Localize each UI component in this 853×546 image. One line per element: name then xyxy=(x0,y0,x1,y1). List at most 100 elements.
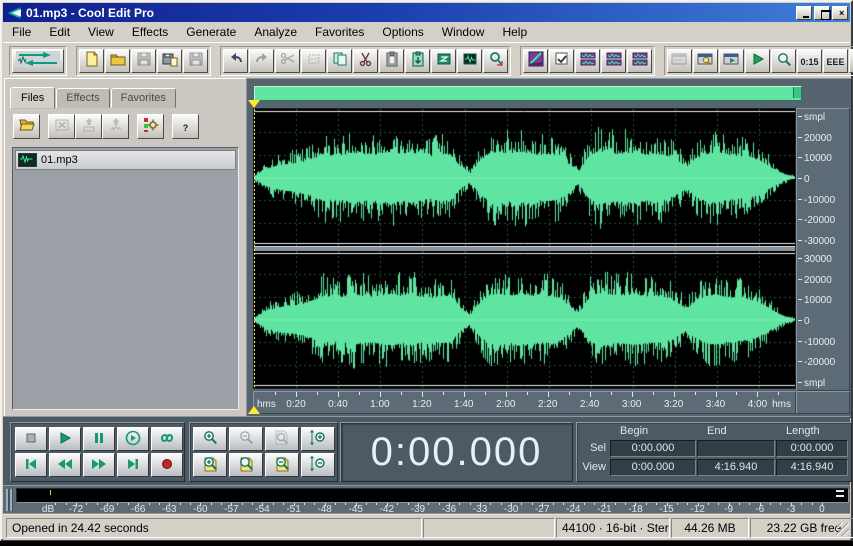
go-to-beginning-button[interactable] xyxy=(15,453,47,477)
copy-to-new-icon xyxy=(436,51,452,70)
sel-begin-value[interactable]: 0:00.000 xyxy=(610,440,696,457)
zoom-to-right-edge-icon xyxy=(273,455,291,475)
amplitude-ruler[interactable]: smpl20000100000-10000-20000-300003000020… xyxy=(796,108,850,391)
status-empty-section xyxy=(423,518,555,538)
menu-item-file[interactable]: File xyxy=(3,23,40,41)
amp-label: smpl xyxy=(804,378,825,389)
window-next-button[interactable] xyxy=(719,49,744,73)
play-looped-button[interactable] xyxy=(117,427,149,451)
amp-label: 10000 xyxy=(804,153,832,164)
help-button[interactable]: ? xyxy=(172,114,199,139)
copy-button[interactable] xyxy=(327,49,352,73)
play-preview-button[interactable] xyxy=(745,49,770,73)
waveform-display[interactable] xyxy=(253,108,796,389)
save-as-button[interactable] xyxy=(157,49,182,73)
zoom-to-left-edge-button[interactable] xyxy=(193,453,227,477)
zoom-to-left-edge-icon xyxy=(201,455,219,475)
file-panel-options-button[interactable] xyxy=(137,114,164,139)
insert-into-cd-list-icon xyxy=(108,117,124,136)
loop-button[interactable] xyxy=(151,427,183,451)
window-find-button[interactable] xyxy=(693,49,718,73)
resize-grip[interactable] xyxy=(836,523,849,536)
maximize-button[interactable] xyxy=(814,6,830,20)
waveform-right-channel[interactable] xyxy=(254,251,795,388)
title-bar[interactable]: 01.mp3 - Cool Edit Pro × xyxy=(3,3,850,22)
stop-icon xyxy=(23,430,39,449)
loop-icon xyxy=(157,430,177,449)
rewind-button[interactable] xyxy=(49,453,81,477)
tab-effects[interactable]: Effects xyxy=(56,88,109,108)
show-options-button[interactable] xyxy=(549,49,574,73)
file-tools: ? xyxy=(13,114,199,139)
menu-item-effects[interactable]: Effects xyxy=(123,23,177,41)
cut-button[interactable] xyxy=(353,49,378,73)
go-to-end-button[interactable] xyxy=(117,453,149,477)
overview-scroll-bar[interactable] xyxy=(254,86,802,101)
tab-favorites[interactable]: Favorites xyxy=(111,88,176,108)
status-sample-format: 44100 · 16-bit · Stereo xyxy=(556,518,670,538)
effects-rack-1-button[interactable] xyxy=(575,49,600,73)
undo-button[interactable] xyxy=(223,49,248,73)
paste-to-new-button[interactable] xyxy=(405,49,430,73)
mix-paste-button[interactable] xyxy=(457,49,482,73)
time-display[interactable]: 0:00.000 xyxy=(340,422,573,482)
amp-label: -20000 xyxy=(804,357,835,368)
copy-to-new-button[interactable] xyxy=(431,49,456,73)
help-icon: ? xyxy=(183,119,189,134)
paste-button[interactable] xyxy=(379,49,404,73)
timed-record-button[interactable]: 0:15 xyxy=(797,49,822,73)
view-length-value[interactable]: 4:16.940 xyxy=(776,459,848,476)
zoom-to-right-edge-button[interactable] xyxy=(265,453,299,477)
close-button[interactable]: × xyxy=(832,6,848,20)
menu-item-edit[interactable]: Edit xyxy=(40,23,79,41)
menu-item-options[interactable]: Options xyxy=(373,23,432,41)
app-icon xyxy=(6,6,22,20)
zoom-full-button[interactable] xyxy=(229,453,263,477)
meter-drag-handle[interactable] xyxy=(6,489,13,511)
minimize-button[interactable] xyxy=(796,6,812,20)
zoom-in-horizontal-button[interactable] xyxy=(193,427,227,451)
menu-item-window[interactable]: Window xyxy=(433,23,494,41)
menu-item-help[interactable]: Help xyxy=(493,23,536,41)
trim-button xyxy=(275,49,300,73)
file-list[interactable]: 01.mp3 xyxy=(12,147,239,410)
zoom-tool-button[interactable] xyxy=(771,49,796,73)
sel-length-value[interactable]: 0:00.000 xyxy=(776,440,848,457)
waveform-left-channel[interactable] xyxy=(254,109,795,246)
view-begin-value[interactable]: 0:00.000 xyxy=(610,459,696,476)
frequency-grid-button[interactable]: EEE xyxy=(823,49,848,73)
zoom-out-vertical-button[interactable] xyxy=(301,453,335,477)
timeline-ruler[interactable]: hms0:200:401:001:201:402:002:202:403:003… xyxy=(253,391,796,414)
cursor-marker-top[interactable] xyxy=(248,100,260,108)
overview-range-handle[interactable] xyxy=(793,87,801,98)
view-end-value[interactable]: 4:16.940 xyxy=(697,459,775,476)
cursor-marker-bottom[interactable] xyxy=(248,406,260,414)
fast-forward-button[interactable] xyxy=(83,453,115,477)
zoom-in-vertical-button[interactable] xyxy=(301,427,335,451)
new-file-button[interactable] xyxy=(79,49,104,73)
insert-into-multitrack-icon xyxy=(81,117,97,136)
convert-sample-type-button[interactable] xyxy=(483,49,508,73)
pause-button[interactable] xyxy=(83,427,115,451)
file-list-item[interactable]: 01.mp3 xyxy=(15,150,236,170)
menu-item-view[interactable]: View xyxy=(79,23,123,41)
effects-rack-2-button[interactable] xyxy=(601,49,626,73)
show-cue-list-button[interactable] xyxy=(523,49,548,73)
record-icon xyxy=(159,456,175,475)
record-button[interactable] xyxy=(151,453,183,477)
stop-button[interactable] xyxy=(15,427,47,451)
monitor-levels-button[interactable] xyxy=(849,49,853,73)
effects-rack-3-button[interactable] xyxy=(627,49,652,73)
level-meter[interactable]: dB-72-69-66-63-60-57-54-51-48-45-42-39-3… xyxy=(3,485,850,514)
open-file-button[interactable] xyxy=(13,114,40,139)
open-file-button[interactable] xyxy=(105,49,130,73)
play-button[interactable] xyxy=(49,427,81,451)
waveform-multitrack-toggle-button[interactable] xyxy=(12,49,64,73)
sel-end-value[interactable] xyxy=(697,440,775,457)
menu-item-generate[interactable]: Generate xyxy=(177,23,245,41)
meter-peak-tick-2 xyxy=(836,495,844,497)
menu-item-favorites[interactable]: Favorites xyxy=(306,23,373,41)
menu-item-analyze[interactable]: Analyze xyxy=(245,23,306,41)
timeline-label: 1:40 xyxy=(454,399,473,410)
tab-files[interactable]: Files xyxy=(10,87,55,109)
